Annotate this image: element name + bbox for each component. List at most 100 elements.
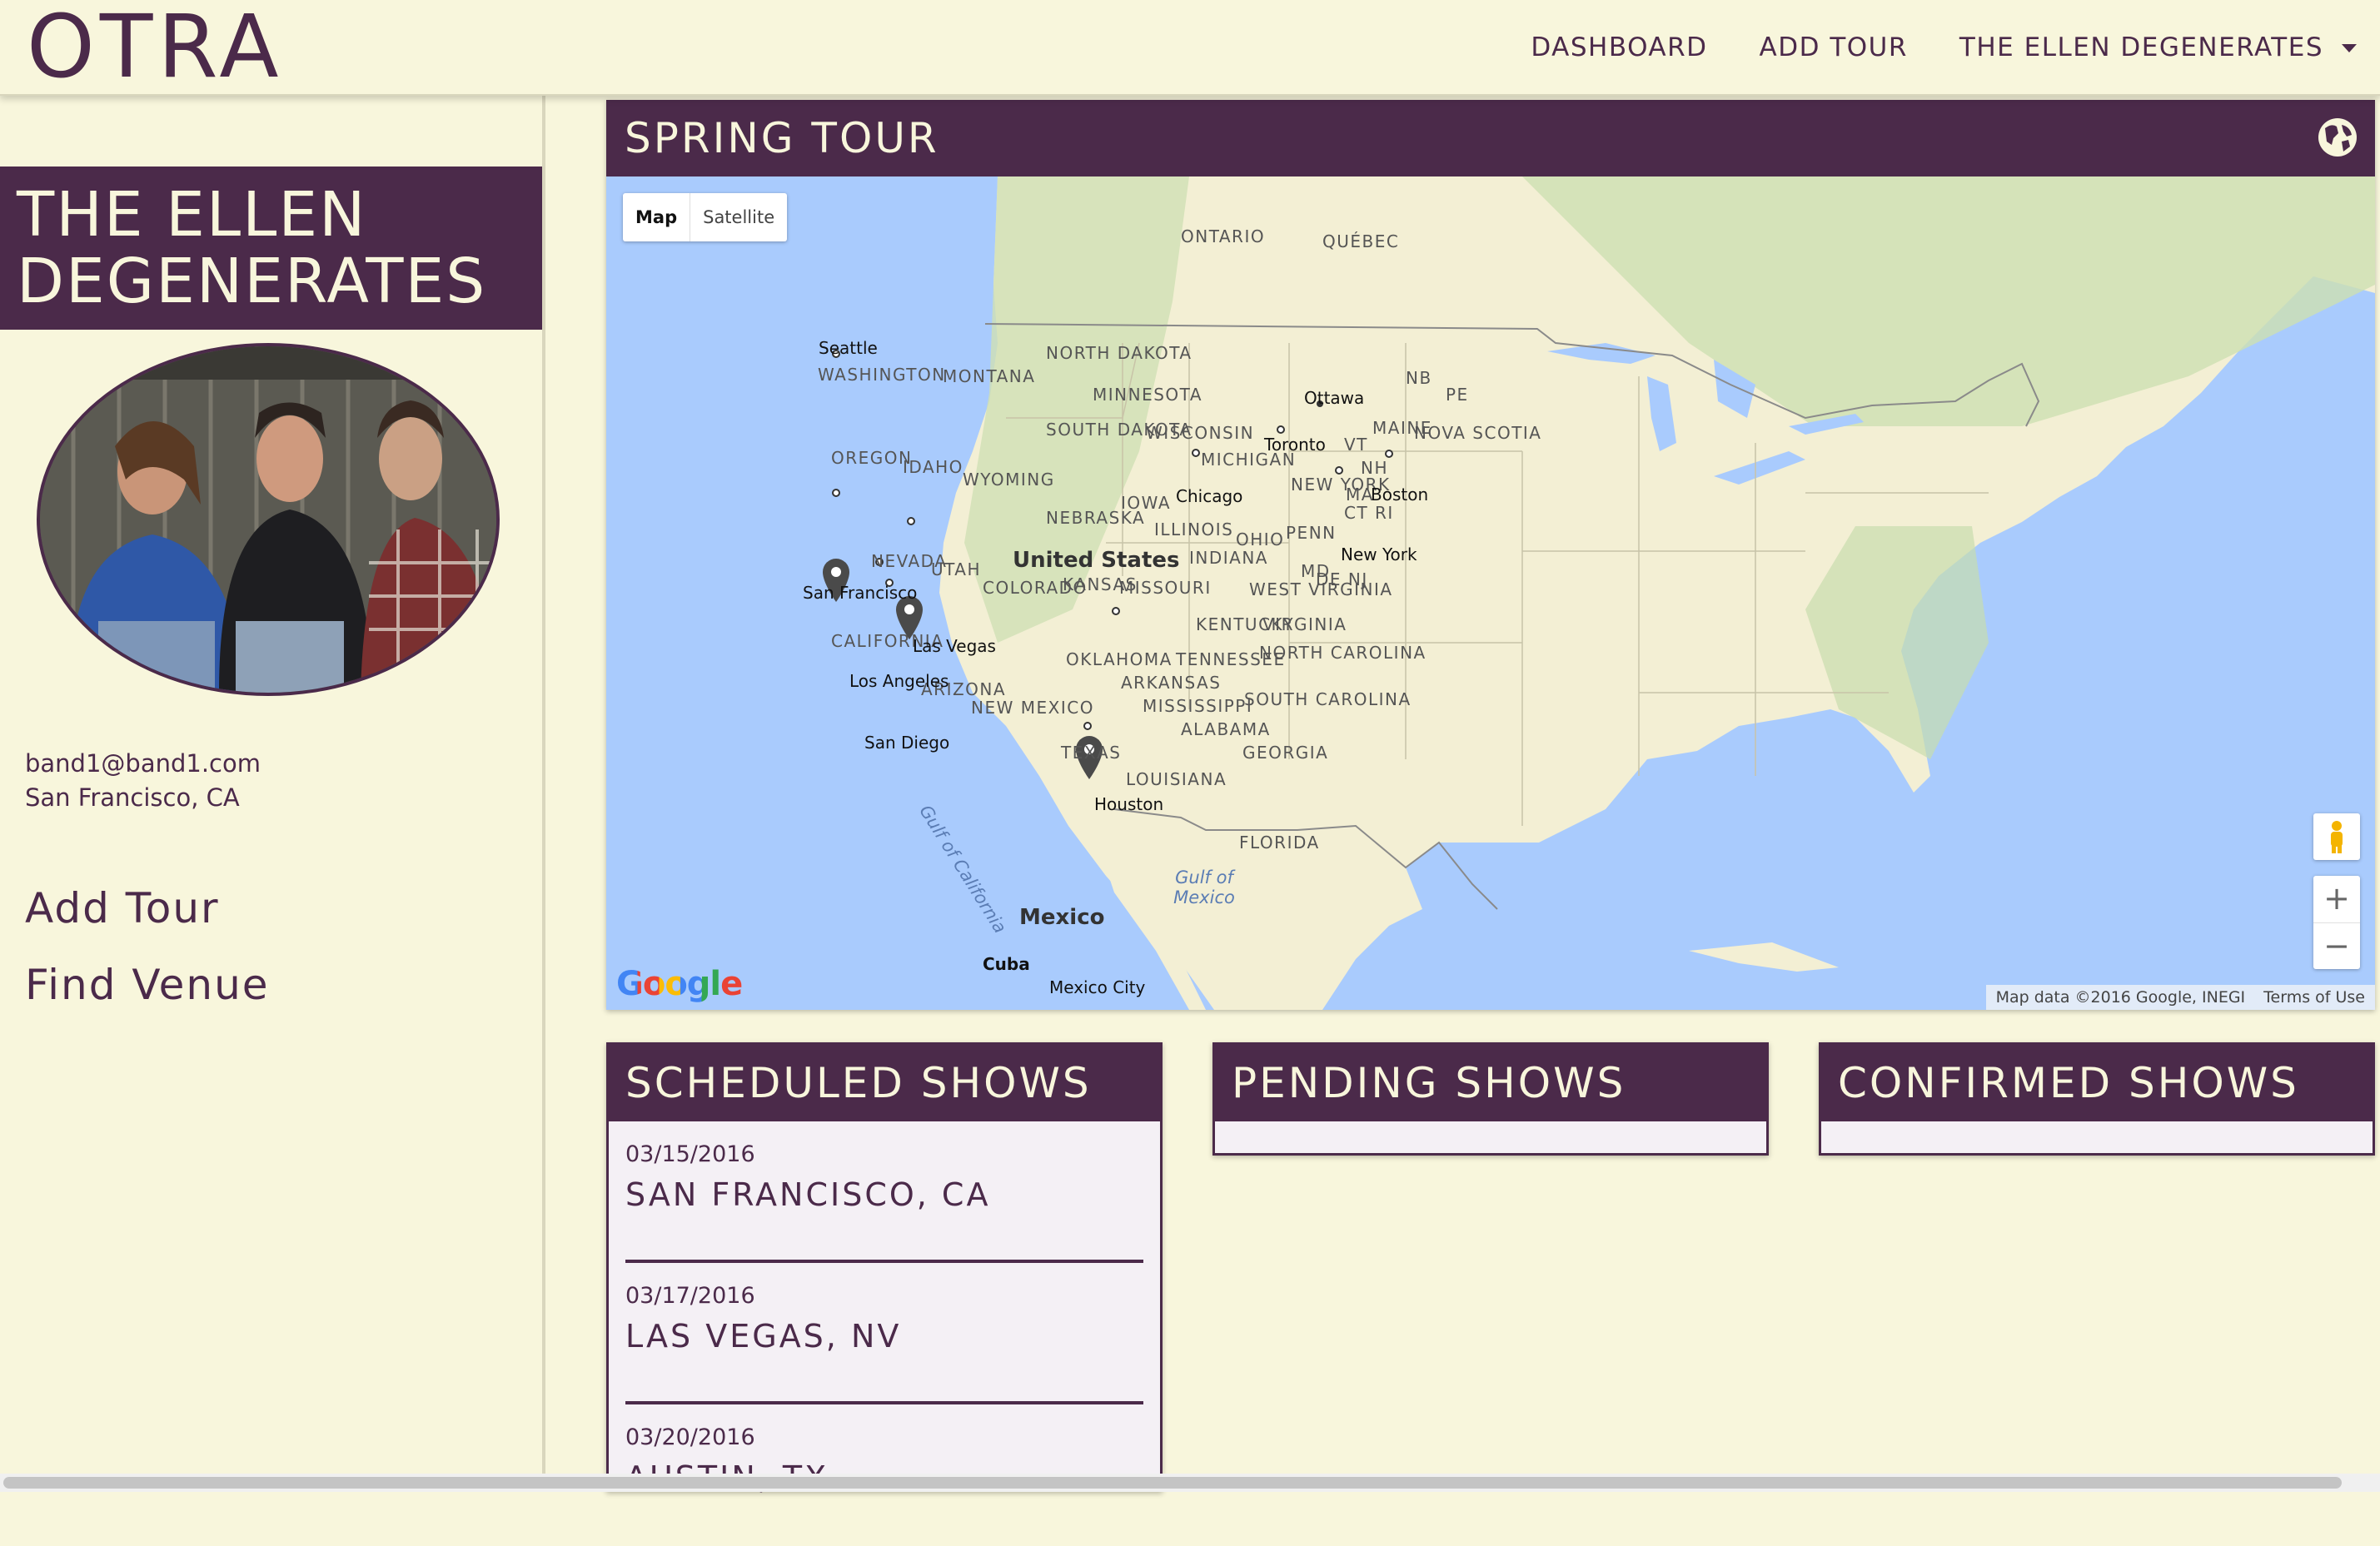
show-date: 03/20/2016	[625, 1424, 755, 1450]
map-label-country: United States	[1013, 548, 1180, 573]
tour-map-panel: SPRING TOUR United States Mexico Cuba ON…	[606, 100, 2375, 1010]
map-label-state: INDIANA	[1189, 548, 1268, 568]
globe-icon[interactable]	[2317, 117, 2358, 158]
google-logo: Google	[616, 965, 743, 1003]
tour-title: SPRING TOUR	[625, 114, 939, 162]
pending-shows-title: PENDING SHOWS	[1215, 1045, 1766, 1121]
confirmed-shows-title: CONFIRMED SHOWS	[1821, 1045, 2373, 1121]
map-label-state: IOWA	[1121, 493, 1172, 513]
sidebar-add-tour-link[interactable]: Add Tour	[25, 870, 270, 947]
map-label-country: Mexico	[1019, 905, 1105, 930]
show-city: LAS VEGAS, NV	[625, 1318, 902, 1355]
map-label-city: Los Angeles	[849, 671, 949, 691]
map-label-state: CT RI	[1344, 503, 1394, 523]
tour-map[interactable]: United States Mexico Cuba ONTARIO QUÉBEC…	[606, 176, 2375, 1010]
map-type-map-button[interactable]: Map	[623, 193, 691, 241]
map-label-state: VT	[1344, 435, 1368, 455]
band-name: THE ELLEN DEGENERATES	[0, 167, 542, 330]
zoom-in-button[interactable]: +	[2313, 876, 2360, 923]
map-label-city: Las Vegas	[913, 636, 996, 656]
map-label-state: MISSOURI	[1119, 578, 1212, 598]
map-attribution: Map data ©2016 Google, INEGI Terms of Us…	[1985, 985, 2375, 1010]
map-type-satellite-button[interactable]: Satellite	[690, 193, 787, 241]
pending-shows-panel: PENDING SHOWS	[1212, 1042, 1769, 1156]
band-email[interactable]: band1@band1.com	[25, 747, 261, 781]
show-item[interactable]: 03/17/2016 LAS VEGAS, NV	[625, 1263, 1143, 1404]
map-label-state: TEXAS	[1061, 743, 1122, 763]
map-label-state: MINNESOTA	[1093, 385, 1202, 405]
map-label-state: WEST VIRGINIA	[1249, 579, 1393, 599]
horizontal-scrollbar[interactable]	[3, 1477, 2342, 1489]
map-label-city: Mexico City	[1049, 977, 1146, 997]
map-label-city: New York	[1341, 544, 1417, 564]
map-label-state: IDAHO	[903, 457, 963, 477]
nav-dashboard-link[interactable]: DASHBOARD	[1531, 32, 1707, 62]
map-label-city: Toronto	[1264, 435, 1326, 455]
map-label-state: ALABAMA	[1181, 719, 1271, 739]
map-data-credit: Map data ©2016 Google, INEGI	[1995, 988, 2246, 1007]
sidebar-find-venue-link[interactable]: Find Venue	[25, 947, 270, 1023]
map-label-state: LOUISIANA	[1126, 769, 1227, 789]
map-label-province: QUÉBEC	[1322, 231, 1400, 251]
show-item[interactable]: 03/15/2016 SAN FRANCISCO, CA	[625, 1121, 1143, 1263]
map-label-state: NH	[1361, 458, 1388, 478]
map-label-city: Houston	[1094, 794, 1164, 814]
map-label-province: NB	[1406, 368, 1432, 388]
map-label-state: NORTH DAKOTA	[1046, 343, 1192, 363]
sidebar-links: Add Tour Find Venue	[25, 870, 270, 1023]
map-label-state: WASHINGTON	[818, 365, 946, 385]
show-date: 03/15/2016	[625, 1141, 755, 1167]
nav-account-label: THE ELLEN DEGENERATES	[1959, 32, 2323, 62]
map-label-state: OKLAHOMA	[1066, 649, 1173, 669]
map-label-state: MA	[1346, 485, 1374, 505]
map-type-control: Map Satellite	[623, 193, 788, 241]
nav-account-dropdown[interactable]: THE ELLEN DEGENERATES	[1959, 32, 2357, 62]
main-nav: DASHBOARD ADD TOUR THE ELLEN DEGENERATES	[1531, 0, 2357, 94]
confirmed-shows-panel: CONFIRMED SHOWS	[1819, 1042, 2375, 1156]
map-label-state: MAINE	[1372, 418, 1432, 438]
app-logo[interactable]: OTRA	[27, 0, 284, 94]
map-label-city: San Diego	[864, 733, 950, 753]
sidebar: THE ELLEN DEGENERATES band1@band1.com Sa…	[0, 96, 545, 1478]
map-label-state: VIRGINIA	[1262, 614, 1347, 634]
scheduled-shows-title: SCHEDULED SHOWS	[609, 1045, 1160, 1121]
top-navbar: OTRA DASHBOARD ADD TOUR THE ELLEN DEGENE…	[0, 0, 2380, 96]
google-logo-text: Google	[616, 965, 743, 1003]
tour-header: SPRING TOUR	[606, 100, 2375, 176]
terms-of-use-link[interactable]: Terms of Use	[2263, 988, 2365, 1007]
map-label-country: Cuba	[983, 954, 1030, 974]
map-label-city: Ottawa	[1304, 388, 1365, 408]
map-label-state: MONTANA	[943, 366, 1036, 386]
pegman-icon[interactable]	[2313, 813, 2360, 860]
map-label-state: WYOMING	[963, 470, 1055, 490]
zoom-out-button[interactable]: −	[2313, 923, 2360, 970]
map-label-city: Boston	[1371, 485, 1429, 505]
scheduled-shows-panel: SCHEDULED SHOWS 03/15/2016 SAN FRANCISCO…	[606, 1042, 1163, 1496]
map-label-city: Chicago	[1176, 486, 1243, 506]
show-city: SAN FRANCISCO, CA	[625, 1176, 991, 1213]
chevron-down-icon	[2342, 44, 2357, 52]
zoom-control: + −	[2313, 876, 2360, 969]
band-location: San Francisco, CA	[25, 783, 240, 812]
map-label-city: Seattle	[819, 338, 878, 358]
map-label-state: ILLINOIS	[1154, 519, 1234, 539]
map-label-state: FLORIDA	[1239, 833, 1320, 853]
map-label-province: ONTARIO	[1181, 226, 1266, 246]
map-label-water: Gulf of Mexico	[1173, 867, 1235, 907]
map-label-state: WISCONSIN	[1146, 423, 1255, 443]
map-label-state: ARKANSAS	[1121, 673, 1222, 693]
map-label-city: San Francisco	[803, 583, 918, 603]
map-label-state: UTAH	[931, 559, 982, 579]
map-label-state: OREGON	[831, 448, 913, 468]
map-label-state: MISSISSIPPI	[1143, 696, 1253, 716]
nav-add-tour-link[interactable]: ADD TOUR	[1760, 32, 1908, 62]
map-label-state: SOUTH CAROLINA	[1244, 689, 1412, 709]
map-label-state: GEORGIA	[1242, 743, 1329, 763]
band-contact: band1@band1.com San Francisco, CA	[25, 747, 261, 815]
map-label-state: NEW MEXICO	[971, 698, 1094, 718]
show-date: 03/17/2016	[625, 1283, 755, 1309]
map-label-state: PENN	[1286, 523, 1337, 543]
map-label-province: PE	[1446, 385, 1469, 405]
map-label-state: OHIO	[1236, 529, 1285, 549]
map-label-province: NOVA SCOTIA	[1414, 423, 1542, 443]
